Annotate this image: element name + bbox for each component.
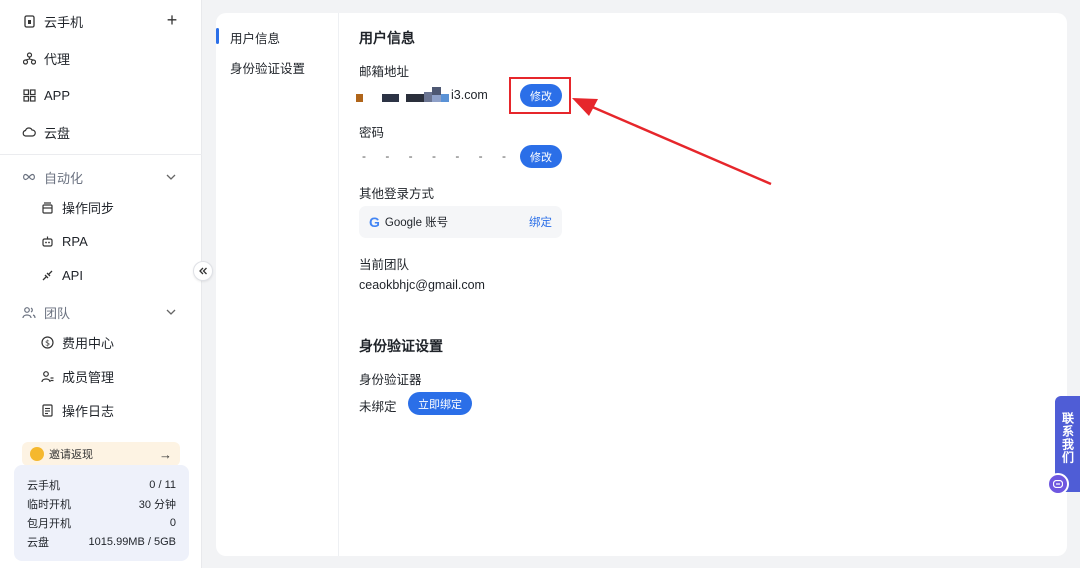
contact-label: 联系我们 [1060,412,1075,464]
chat-icon[interactable] [1047,473,1069,495]
annotation-arrow-icon [572,98,772,186]
